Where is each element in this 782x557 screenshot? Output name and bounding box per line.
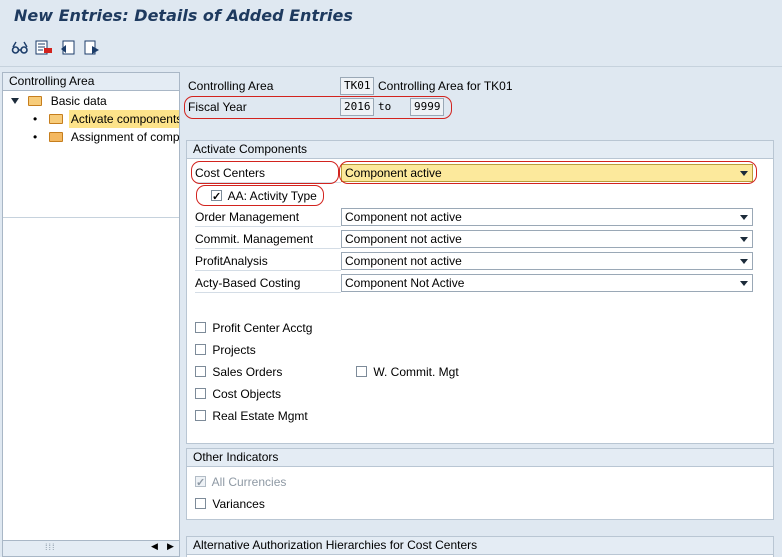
checkbox-label: Real Estate Mgmt [212,409,308,423]
checkbox-box[interactable] [195,498,206,509]
dropdown-arrow-icon[interactable] [740,237,748,242]
tree-node-label: Basic data [50,94,107,108]
checkbox-label: All Currencies [211,475,287,489]
folder-open-icon [48,114,63,124]
scroll-right-icon[interactable]: ▶ [167,541,174,552]
undo-change-icon[interactable] [58,38,78,58]
sales-orders-checkbox[interactable]: Sales Orders [195,363,282,381]
tree-node-activate-components[interactable]: • Activate components [3,110,179,128]
checkbox-label: Projects [212,343,256,357]
annotation-circle [184,96,452,119]
controlling-area-description: Controlling Area for TK01 [378,79,513,93]
tree-node-basic-data[interactable]: Basic data [3,92,179,110]
commit-management-select[interactable]: Component not active [341,230,753,248]
profit-center-acctg-checkbox[interactable]: Profit Center Acctg [195,319,312,337]
resize-grip-icon[interactable]: ⁞⁞⁞ [45,542,56,552]
acty-based-costing-label: Acty-Based Costing [195,273,341,293]
title-bar: New Entries: Details of Added Entries [0,0,782,32]
select-value: Component not active [345,254,462,268]
profit-analysis-label: ProfitAnalysis [195,251,341,271]
checkbox-box[interactable] [356,366,367,377]
dropdown-arrow-icon[interactable] [740,215,748,220]
scroll-left-icon[interactable]: ◀ [151,541,158,552]
checkbox-box [195,474,206,492]
order-management-label: Order Management [195,207,341,227]
tree-header: Controlling Area [3,73,179,91]
copy-as-icon[interactable] [82,38,102,58]
dropdown-arrow-icon[interactable] [740,281,748,286]
checkbox-box[interactable] [195,366,206,377]
cost-objects-checkbox[interactable]: Cost Objects [195,385,281,403]
annotation-circle [339,161,757,184]
select-value: Component not active [345,232,462,246]
controlling-area-field: TK01 [340,77,374,95]
checkbox-box[interactable] [195,410,206,421]
commit-management-label: Commit. Management [195,229,341,249]
activate-components-group: Activate Components Cost Centers Compone… [186,140,774,444]
delete-entry-icon[interactable] [34,38,54,58]
checkbox-label: Sales Orders [212,365,283,379]
checkbox-label: Variances [212,497,265,511]
expand-triangle-icon[interactable] [11,98,19,104]
alt-auth-hierarchies-group: Alternative Authorization Hierarchies fo… [186,536,774,557]
toolbar-separator [0,66,782,67]
group-header: Alternative Authorization Hierarchies fo… [187,537,773,555]
edit-glasses-icon[interactable] [10,38,30,58]
profit-analysis-select[interactable]: Component not active [341,252,753,270]
annotation-circle [191,161,339,184]
group-header: Activate Components [187,141,773,159]
other-indicators-group: Other Indicators All Currencies Variance… [186,448,774,520]
all-currencies-checkbox: All Currencies [195,473,287,492]
dropdown-arrow-icon[interactable] [740,259,748,264]
checkbox-box[interactable] [195,344,206,355]
folder-open-icon [28,96,43,106]
real-estate-mgmt-checkbox[interactable]: Real Estate Mgmt [195,407,308,425]
tree-node-label: Activate components [68,110,179,128]
annotation-circle [196,185,324,206]
order-management-select[interactable]: Component not active [341,208,753,226]
variances-checkbox[interactable]: Variances [195,495,265,513]
tree-node-label: Assignment of company codes [70,130,179,144]
tree-node-assignment-company-codes[interactable]: • Assignment of company codes [3,128,179,146]
checkbox-box[interactable] [195,388,206,399]
application-toolbar [0,34,782,62]
checkbox-box[interactable] [195,322,206,333]
acty-based-costing-select[interactable]: Component Not Active [341,274,753,292]
projects-checkbox[interactable]: Projects [195,341,256,359]
window-title: New Entries: Details of Added Entries [14,6,353,25]
dialog-structure-tree: Controlling Area Basic data • Activate c… [2,72,180,557]
tree-footer: ⁞⁞⁞ ◀ ▶ [3,540,179,556]
folder-icon [48,132,63,142]
checkbox-label: Profit Center Acctg [212,321,313,335]
select-value: Component Not Active [345,276,465,290]
bullet-icon: • [33,112,38,126]
w-commit-mgt-checkbox[interactable]: W. Commit. Mgt [356,363,459,381]
checkbox-label: W. Commit. Mgt [373,365,459,379]
select-value: Component not active [345,210,462,224]
group-header: Other Indicators [187,449,773,467]
controlling-area-label: Controlling Area [188,79,274,93]
checkbox-label: Cost Objects [212,387,282,401]
tree-divider [3,217,179,218]
detail-area: Controlling Area TK01 Controlling Area f… [184,72,782,557]
bullet-icon: • [33,130,38,144]
